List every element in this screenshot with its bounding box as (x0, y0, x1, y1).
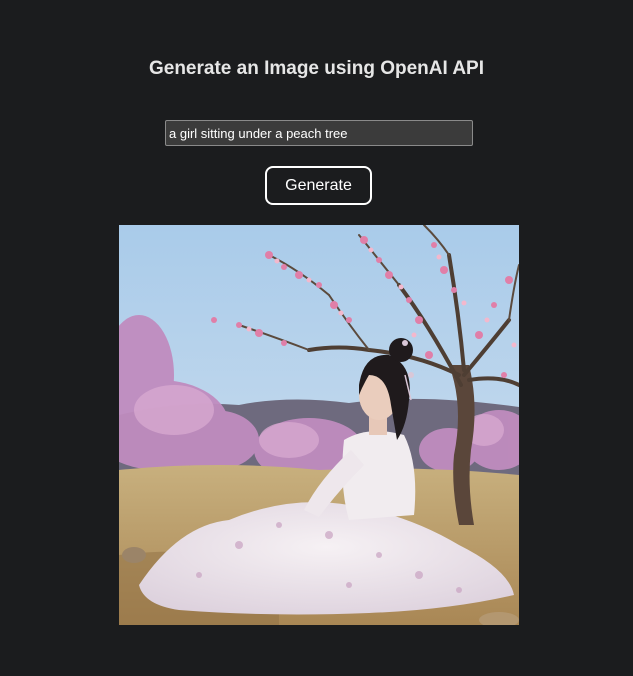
generated-image-picture (119, 225, 519, 625)
generated-image (119, 225, 519, 625)
prompt-input[interactable] (165, 120, 473, 146)
app-page: Generate an Image using OpenAI API Gener… (0, 0, 633, 676)
page-title: Generate an Image using OpenAI API (148, 58, 485, 79)
generate-button[interactable]: Generate (265, 166, 372, 205)
